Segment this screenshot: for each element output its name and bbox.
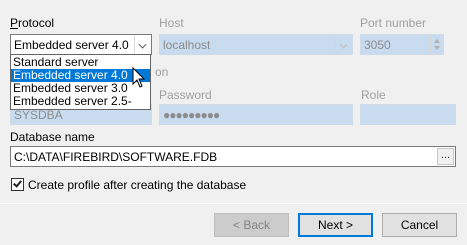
next-button-label: Next > <box>317 218 353 232</box>
back-button-label: < Back <box>232 218 271 232</box>
chevron-down-icon <box>339 40 348 49</box>
protocol-dropdown-list[interactable]: Standard server Embedded server 4.0 Embe… <box>10 54 151 110</box>
password-field: ●●●●●●●●● <box>159 104 353 125</box>
checkmark-icon <box>13 178 22 188</box>
database-label: Database name <box>10 130 95 144</box>
create-profile-checkbox[interactable] <box>11 178 24 191</box>
password-value: ●●●●●●●●● <box>163 108 220 122</box>
protocol-label-rest: rotocol <box>18 16 55 30</box>
protocol-label: Protocol <box>10 16 55 30</box>
password-label: Password <box>159 88 212 102</box>
host-dropdown-button <box>335 35 352 54</box>
back-button[interactable]: < Back <box>214 213 289 237</box>
port-field: 3050 <box>360 34 444 55</box>
chevron-down-icon <box>138 40 147 49</box>
port-spinner <box>430 35 443 54</box>
protocol-option[interactable]: Embedded server 2.5- <box>11 95 150 108</box>
browse-button[interactable]: ... <box>437 148 454 165</box>
protocol-combobox[interactable]: Embedded server 4.0 <box>10 34 152 55</box>
protocol-selected: Embedded server 4.0 <box>14 38 129 52</box>
cancel-button[interactable]: Cancel <box>382 213 457 237</box>
port-value: 3050 <box>364 38 391 52</box>
host-value: localhost <box>163 38 211 52</box>
database-path-value: C:\DATA\FIREBIRD\SOFTWARE.FDB <box>14 150 218 164</box>
auth-label-fragment: on <box>155 65 169 79</box>
create-profile-label[interactable]: Create profile after creating the databa… <box>28 178 246 192</box>
role-label: Role <box>361 88 386 102</box>
role-field <box>360 104 456 125</box>
spin-down-icon <box>434 46 440 50</box>
footer-separator <box>0 203 467 204</box>
protocol-dropdown-button[interactable] <box>134 35 151 54</box>
user-value: SYSDBA <box>14 108 63 122</box>
host-label: Host <box>159 16 184 30</box>
database-path-input[interactable]: C:\DATA\FIREBIRD\SOFTWARE.FDB ... <box>10 146 456 167</box>
port-label: Port number <box>360 16 427 30</box>
spin-up-icon <box>434 39 440 43</box>
cancel-button-label: Cancel <box>400 218 439 232</box>
mouse-cursor-icon <box>132 67 146 88</box>
next-button[interactable]: Next > <box>298 213 373 237</box>
host-combobox: localhost <box>159 34 353 55</box>
